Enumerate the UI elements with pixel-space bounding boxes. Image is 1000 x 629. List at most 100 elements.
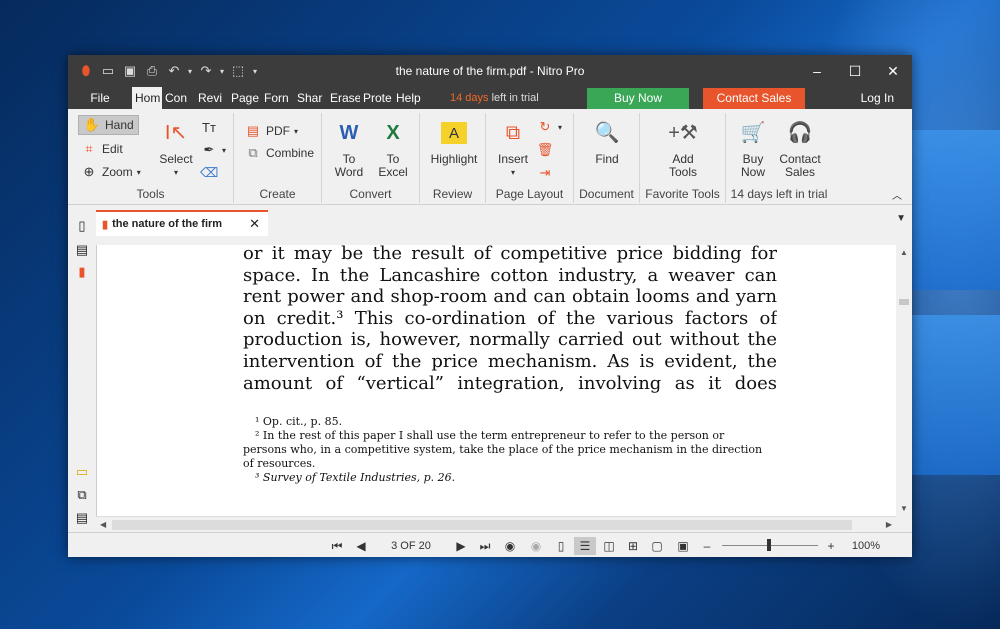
edit-tool-button[interactable]: ⌗ Edit — [80, 139, 123, 159]
page-indicator[interactable]: 3 OF 20 — [386, 537, 436, 555]
scroll-right-icon[interactable]: ▶ — [886, 517, 892, 533]
pdf-button[interactable]: ▤ PDF ▾ — [244, 121, 298, 141]
buy-now-button[interactable]: Buy Now — [587, 88, 689, 109]
create-group-label: Create — [259, 187, 296, 201]
tab-share[interactable]: Shar — [294, 87, 327, 109]
find-button[interactable]: 🔍 Find — [584, 117, 630, 166]
continuous-facing-view-icon[interactable]: ⊞ — [624, 537, 642, 555]
horizontal-scrollbar[interactable]: ◀ ▶ — [96, 516, 896, 532]
tab-help[interactable]: Help — [393, 87, 426, 109]
delete-page-button[interactable]: 🗑 — [536, 140, 554, 160]
select-tool-icon[interactable]: ⬚ — [228, 61, 248, 81]
scroll-up-icon[interactable]: ▲ — [896, 248, 912, 257]
output-icon[interactable]: ▤ — [73, 509, 91, 527]
tab-page-layout[interactable]: Page — [228, 87, 261, 109]
redo-icon[interactable]: ↷ — [196, 61, 216, 81]
pen-icon: ✒ — [203, 142, 215, 157]
zoom-slider-thumb[interactable] — [767, 539, 771, 551]
horizontal-scroll-thumb[interactable] — [112, 520, 852, 530]
single-page-view-icon[interactable]: ▯ — [552, 537, 570, 555]
go-back-icon[interactable]: ◉ — [500, 537, 520, 555]
contact-sales-button[interactable]: Contact Sales — [703, 88, 805, 109]
customize-qat-icon[interactable]: ▾ — [250, 61, 260, 81]
page-search-icon[interactable]: ▤ — [73, 241, 91, 259]
pages-panel-icon[interactable]: ▯ — [73, 217, 91, 235]
tab-forms[interactable]: Forn — [261, 87, 294, 109]
fit-width-icon[interactable]: ▢ — [648, 537, 666, 555]
ribbon-contact-sales-button[interactable]: 🎧 Contact Sales — [776, 117, 824, 179]
text-line: or it may be the result of competitive p… — [243, 245, 777, 264]
add-tools-button[interactable]: +⚒ Add Tools — [660, 117, 706, 179]
next-page-icon[interactable]: ▶ — [452, 537, 470, 555]
print-icon[interactable]: ⎙ — [142, 61, 162, 81]
undo-icon[interactable]: ↶ — [164, 61, 184, 81]
edit-label: Edit — [102, 142, 123, 156]
continuous-view-icon[interactable]: ☰ — [574, 537, 596, 555]
add-tools-label: Add Tools — [668, 152, 697, 179]
save-icon[interactable]: ▣ — [120, 61, 140, 81]
login-link[interactable]: Log In — [861, 87, 894, 109]
collapse-ribbon-icon[interactable]: ︿ — [892, 187, 902, 202]
select-button[interactable]: I↖ Select ▾ — [156, 117, 196, 179]
minimize-button[interactable]: – — [798, 55, 836, 87]
vertical-scrollbar[interactable]: ▲ ▼ — [896, 245, 912, 516]
document-tab[interactable]: ▮ the nature of the firm ✕ — [96, 210, 268, 236]
first-page-icon[interactable]: ⏮ — [328, 537, 346, 555]
tab-protect[interactable]: Prote — [360, 87, 393, 109]
nitro-logo-icon[interactable]: ⬮ — [76, 61, 96, 81]
facing-view-icon[interactable]: ◫ — [600, 537, 618, 555]
highlight-button[interactable]: A Highlight — [424, 117, 484, 166]
maximize-button[interactable]: ☐ — [836, 55, 874, 87]
extract-button[interactable]: ⇥ — [536, 163, 554, 183]
sign-dropdown-icon: ▾ — [222, 145, 227, 155]
redo-dropdown-icon[interactable]: ▾ — [218, 61, 226, 81]
rotate-button[interactable]: ↻ ▾ — [536, 117, 562, 137]
file-menu[interactable]: File — [68, 87, 132, 109]
close-button[interactable]: ✕ — [874, 55, 912, 87]
go-forward-icon[interactable]: ◉ — [526, 537, 546, 555]
sign-button[interactable]: ✒ ▾ — [200, 140, 226, 160]
tab-review[interactable]: Revi — [195, 87, 228, 109]
comments-icon[interactable]: ▭ — [73, 463, 91, 481]
favorite-tools-group: +⚒ Add Tools Favorite Tools — [640, 113, 726, 203]
hand-tool-button[interactable]: ✋ Hand — [78, 115, 139, 135]
favorite-tools-group-label: Favorite Tools — [645, 187, 720, 201]
word-icon: W — [339, 121, 359, 144]
vertical-scroll-thumb[interactable] — [899, 299, 909, 305]
zoom-out-button[interactable]: – — [700, 537, 714, 555]
tools-group: ✋ Hand ⌗ Edit ⊕ Zoom ▾ I↖ Select ▾ Tт ✒ ▾… — [68, 113, 234, 203]
tab-home[interactable]: Hom — [132, 87, 162, 109]
zoom-tool-button[interactable]: ⊕ Zoom ▾ — [80, 162, 141, 182]
document-viewer[interactable]: or it may be the result of competitive p… — [96, 245, 896, 516]
scroll-down-icon[interactable]: ▼ — [896, 504, 912, 513]
text-line: production is, however, normally carried… — [243, 329, 777, 351]
insert-button[interactable]: ⧉ Insert ▾ — [492, 117, 534, 179]
to-excel-label: To Excel — [378, 152, 408, 179]
eraser-button[interactable]: ⌫ — [200, 163, 218, 183]
to-excel-button[interactable]: X To Excel — [372, 117, 414, 179]
to-word-button[interactable]: W To Word — [328, 117, 370, 179]
tab-erase[interactable]: Erase — [327, 87, 360, 109]
zoom-in-button[interactable]: + — [824, 537, 838, 555]
close-tab-button[interactable]: ✕ — [249, 216, 260, 232]
undo-dropdown-icon[interactable]: ▾ — [186, 61, 194, 81]
previous-page-icon[interactable]: ◀ — [352, 537, 370, 555]
tab-list-dropdown-icon[interactable]: ▼ — [896, 213, 906, 224]
ribbon-buy-now-button[interactable]: 🛒 Buy Now — [730, 117, 776, 179]
attachments-icon[interactable]: ⧉ — [73, 486, 91, 504]
text-line: amount of “vertical” integration, involv… — [243, 372, 777, 394]
windows-logo-pane-top — [910, 130, 1000, 290]
type-text-button[interactable]: Tт — [200, 117, 218, 137]
footnote: of resources. — [243, 457, 316, 471]
bookmarks-icon[interactable]: ▮ — [73, 263, 91, 281]
tab-convert[interactable]: Con — [162, 87, 195, 109]
last-page-icon[interactable]: ⏭ — [476, 537, 494, 555]
zoom-icon: ⊕ — [83, 164, 95, 179]
combine-button[interactable]: ⧉ Combine — [244, 143, 314, 163]
fit-page-icon[interactable]: ▣ — [674, 537, 692, 555]
highlight-icon: A — [441, 122, 467, 144]
open-folder-icon[interactable]: ▭ — [98, 61, 118, 81]
zoom-level[interactable]: 100% — [846, 537, 886, 555]
ribbon-tabs: File Hom Con Revi Page Forn Shar Erase P… — [68, 87, 912, 109]
scroll-left-icon[interactable]: ◀ — [100, 517, 106, 533]
